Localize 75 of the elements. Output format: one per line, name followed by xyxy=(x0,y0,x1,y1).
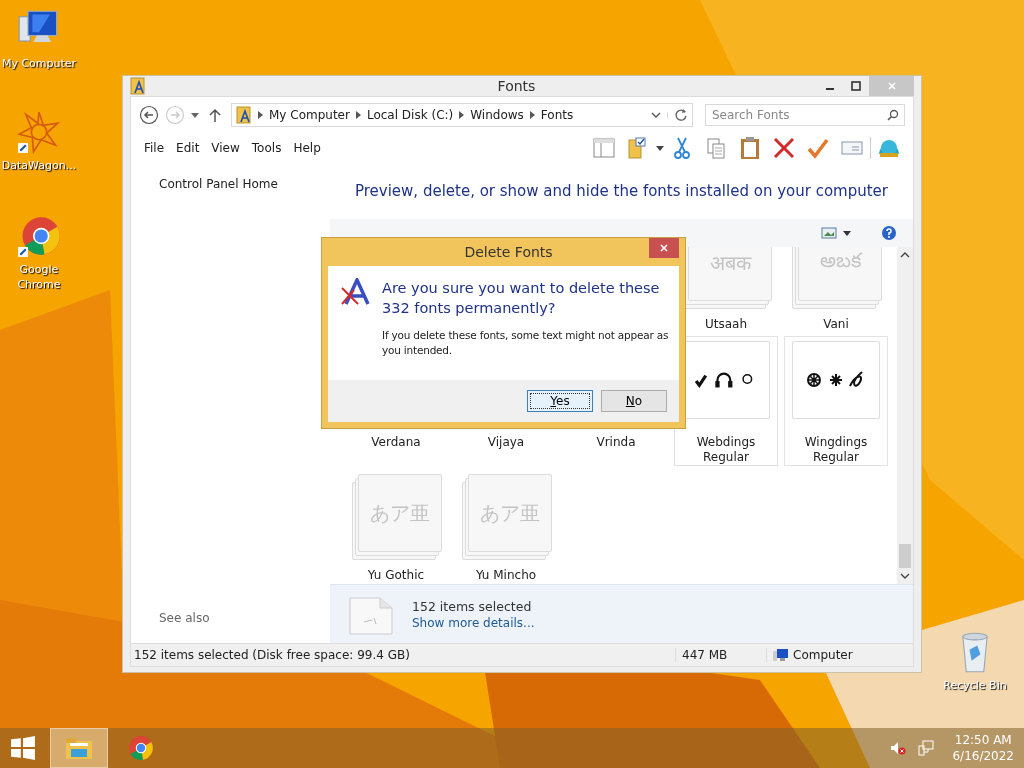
star-pattern-icon[interactable] xyxy=(17,110,61,154)
computer-icon xyxy=(773,648,789,662)
muted-speaker-icon[interactable] xyxy=(890,740,907,756)
font-name: Yu Mincho xyxy=(475,568,537,583)
refresh-icon[interactable] xyxy=(674,108,688,122)
font-name: Vijaya xyxy=(487,435,525,450)
caret-icon[interactable] xyxy=(191,112,199,118)
delete-icon[interactable] xyxy=(772,136,796,160)
zone-label: Computer xyxy=(793,648,853,662)
clipboard-icon[interactable] xyxy=(738,136,762,160)
close-icon xyxy=(886,81,897,91)
address-bar[interactable]: My Computer Local Disk (C:) Windows Fonts xyxy=(231,103,693,127)
close-icon xyxy=(659,243,669,253)
control-panel-home-link[interactable]: Control Panel Home xyxy=(159,177,330,191)
breadcrumb-item[interactable]: My Computer xyxy=(269,108,350,122)
menu-item[interactable]: View xyxy=(206,139,245,157)
font-tile[interactable]: Wingdings Regular xyxy=(784,336,888,466)
font-name: Verdana xyxy=(371,435,421,450)
font-name: Webdings Regular xyxy=(695,435,757,465)
scrollbar[interactable] xyxy=(897,247,913,584)
chevron-icon xyxy=(529,111,535,119)
chrome-icon xyxy=(126,734,156,762)
status-size: 447 MB xyxy=(675,648,766,662)
caret-icon[interactable] xyxy=(656,145,664,151)
start-button[interactable] xyxy=(10,735,36,761)
dropdown-icon[interactable] xyxy=(651,112,668,118)
dialog-title: Delete Fonts xyxy=(463,244,553,260)
scroll-down-icon[interactable] xyxy=(900,573,910,579)
minimize-icon xyxy=(826,88,834,90)
show-more-details-link[interactable]: Show more details... xyxy=(412,615,535,630)
chevron-icon xyxy=(355,111,361,119)
search-icon xyxy=(887,109,899,121)
search-field[interactable]: Search Fonts xyxy=(705,104,905,126)
see-also-label: See also xyxy=(159,611,211,625)
menu-item[interactable]: Edit xyxy=(171,139,205,157)
close-button[interactable] xyxy=(649,238,679,258)
clock-date: 6/16/2022 xyxy=(952,748,1014,764)
scroll-up-icon[interactable] xyxy=(900,252,910,258)
font-delete-icon xyxy=(340,278,372,306)
dialog-button[interactable]: Yes xyxy=(527,390,593,412)
checkmark-icon[interactable] xyxy=(806,136,830,160)
window-title: Fonts xyxy=(496,78,537,94)
breadcrumb-item[interactable]: Fonts xyxy=(540,108,574,122)
font-name: Vrinda xyxy=(596,435,636,450)
fonts-folder-icon xyxy=(236,106,252,124)
view-options-icon[interactable] xyxy=(821,226,837,240)
help-icon[interactable] xyxy=(881,225,897,241)
font-name: Utsaah xyxy=(704,317,748,332)
menu-item[interactable]: File xyxy=(139,139,170,157)
clock-time: 12:50 AM xyxy=(954,732,1012,748)
taskbar-button[interactable] xyxy=(50,728,108,768)
selection-count: 152 items selected xyxy=(412,598,533,614)
menu-item[interactable]: Tools xyxy=(246,139,287,157)
chrome-icon[interactable] xyxy=(17,214,61,258)
back-button[interactable] xyxy=(139,105,159,125)
up-arrow-icon[interactable] xyxy=(209,108,221,122)
fonts-folder-icon xyxy=(130,77,146,95)
chevron-icon xyxy=(459,111,465,119)
page-heading: Preview, delete, or show and hide the fonts installed on your computer xyxy=(353,181,890,202)
caret-icon[interactable] xyxy=(843,230,851,236)
breadcrumb-item[interactable]: Windows xyxy=(470,108,524,122)
network-icon[interactable] xyxy=(918,740,935,756)
status-text: 152 items selected (Disk free space: 99.4 GB) xyxy=(133,648,411,662)
menu-item[interactable]: Help xyxy=(288,139,326,157)
dialog-question: Are you sure you want to delete these 332 fonts permanently? xyxy=(382,279,661,318)
maximize-icon xyxy=(851,81,861,91)
chevron-icon xyxy=(258,111,263,119)
font-tile[interactable]: Webdings Regular xyxy=(674,336,778,466)
breadcrumb-item[interactable]: Local Disk (C:) xyxy=(366,108,454,122)
font-name: Wingdings Regular xyxy=(803,435,869,465)
scroll-thumb[interactable] xyxy=(899,544,911,568)
dialog-note: If you delete these fonts, some text might not appear as you intended. xyxy=(382,328,669,358)
dialog-button[interactable]: No xyxy=(601,390,667,412)
font-name: Yu Gothic xyxy=(367,568,425,583)
font-name: Vani xyxy=(823,317,849,332)
